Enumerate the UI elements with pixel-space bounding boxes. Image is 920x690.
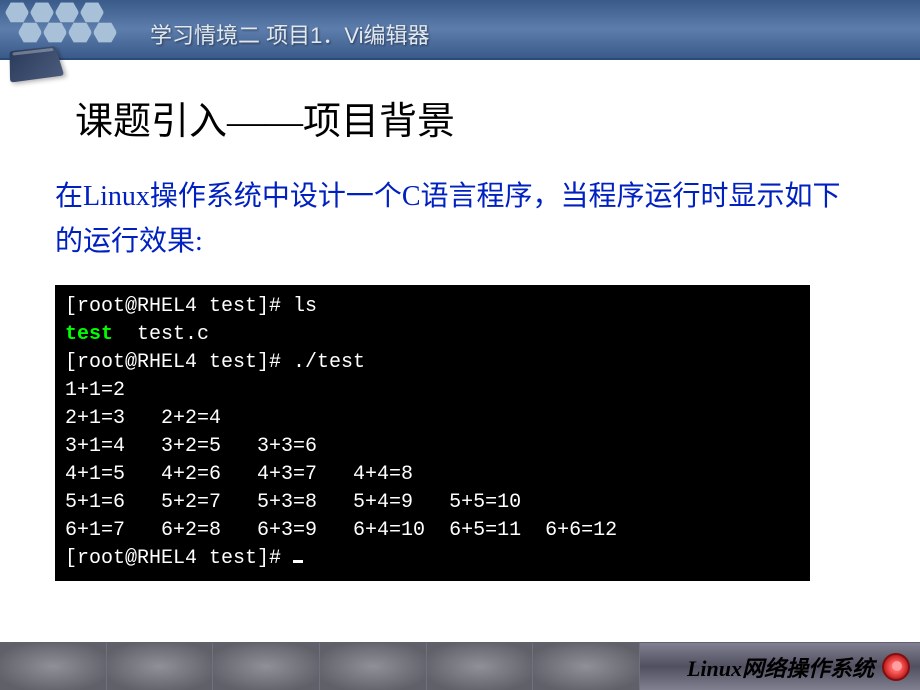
header-title: 学习情境二 项目1．Vi编辑器 (150, 18, 430, 50)
book-icon (10, 45, 70, 90)
footer-tile (427, 643, 534, 690)
terminal-output-line: 3+1=4 3+2=5 3+3=6 (65, 433, 800, 461)
terminal-output-line: 1+1=2 (65, 377, 800, 405)
section-title: 课题引入——项目背景 (75, 90, 865, 145)
command-text: ls (293, 295, 317, 318)
terminal-line-prompt3: [root@RHEL4 test]# (65, 545, 800, 573)
prompt-text: [root@RHEL4 test]# (65, 295, 293, 318)
linux-logo-icon (882, 653, 910, 681)
terminal-output-line: 4+1=5 4+2=6 4+3=7 4+4=8 (65, 461, 800, 489)
terminal-line-prompt1: [root@RHEL4 test]# ls (65, 293, 800, 321)
header-bar: 学习情境二 项目1．Vi编辑器 (0, 0, 920, 60)
footer-bar: Linux网络操作系统 (0, 642, 920, 690)
footer-tile (107, 643, 214, 690)
cursor-icon (293, 560, 303, 563)
prompt-text: [root@RHEL4 test]# (65, 351, 293, 374)
terminal-output: [root@RHEL4 test]# ls test test.c [root@… (55, 285, 810, 581)
footer-text: Linux网络操作系统 (687, 651, 874, 683)
footer-tile (213, 643, 320, 690)
terminal-output-line: 2+1=3 2+2=4 (65, 405, 800, 433)
footer-tile (533, 643, 640, 690)
footer-tiles (0, 643, 640, 690)
footer-tile (320, 643, 427, 690)
terminal-line-prompt2: [root@RHEL4 test]# ./test (65, 349, 800, 377)
ls-executable: test (65, 323, 113, 346)
terminal-line-ls: test test.c (65, 321, 800, 349)
slide-content: 课题引入——项目背景 在Linux操作系统中设计一个C语言程序，当程序运行时显示… (0, 60, 920, 611)
terminal-output-line: 6+1=7 6+2=8 6+3=9 6+4=10 6+5=11 6+6=12 (65, 517, 800, 545)
ls-file: test.c (113, 323, 209, 346)
terminal-output-line: 5+1=6 5+2=7 5+3=8 5+4=9 5+5=10 (65, 489, 800, 517)
prompt-text: [root@RHEL4 test]# (65, 547, 293, 570)
footer-tile (0, 643, 107, 690)
command-text: ./test (293, 351, 365, 374)
description-text: 在Linux操作系统中设计一个C语言程序，当程序运行时显示如下的运行效果: (55, 175, 865, 265)
